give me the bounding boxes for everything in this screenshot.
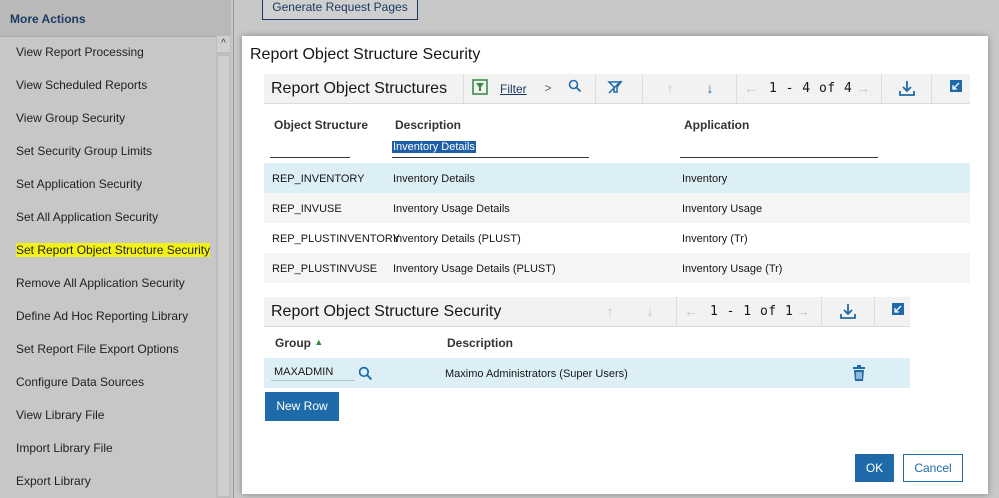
new-row-button[interactable]: New Row — [265, 392, 339, 421]
arrow-right-icon[interactable]: → — [794, 302, 812, 320]
scroll-up-icon[interactable]: ^ — [217, 36, 230, 52]
table-title: Report Object Structures — [271, 80, 448, 97]
column-header-description[interactable]: Description — [447, 336, 513, 350]
row-count: 1 - 1 of 1 — [710, 304, 794, 319]
sidebar-item-view-report-processing[interactable]: View Report Processing — [16, 45, 144, 59]
delete-row-trash-icon[interactable] — [853, 365, 865, 384]
application-filter-input[interactable] — [680, 157, 878, 158]
sidebar-item-set-report-file-export-options[interactable]: Set Report File Export Options — [16, 342, 179, 356]
report-object-structure-security-dialog: Report Object Structure Security Report … — [242, 36, 988, 494]
sidebar-item-set-report-object-structure-security[interactable]: Set Report Object Structure Security — [16, 243, 211, 257]
generate-request-pages-button[interactable]: Generate Request Pages — [262, 0, 418, 20]
sidebar-item-set-all-application-security[interactable]: Set All Application Security — [16, 210, 158, 224]
table-title: Report Object Structure Security — [271, 303, 502, 320]
maximize-icon[interactable] — [889, 302, 907, 320]
cell-object-structure: REP_PLUSTINVENTORY — [272, 233, 400, 245]
cell-application: Inventory (Tr) — [682, 233, 748, 245]
sidebar-header: More Actions — [0, 0, 231, 37]
cancel-button[interactable]: Cancel — [903, 454, 963, 482]
sidebar-item-import-library-file[interactable]: Import Library File — [16, 441, 113, 455]
table-row[interactable]: REP_INVUSE Inventory Usage Details Inven… — [264, 193, 970, 223]
download-icon[interactable] — [898, 79, 916, 97]
sidebar-header-label: More Actions — [10, 12, 86, 26]
sidebar-item-export-library[interactable]: Export Library — [16, 474, 91, 488]
toolbar-divider — [821, 297, 822, 326]
cell-description: Maximo Administrators (Super Users) — [445, 368, 628, 380]
description-filter-input[interactable] — [392, 157, 589, 158]
toolbar-divider — [595, 74, 596, 103]
column-header-object-structure[interactable]: Object Structure — [274, 118, 368, 132]
sidebar-item-view-group-security[interactable]: View Group Security — [16, 111, 125, 125]
sidebar-scrollbar[interactable]: ^ — [216, 36, 231, 498]
cell-description: Inventory Details (PLUST) — [393, 233, 521, 245]
filter-link[interactable]: Filter — [500, 82, 527, 96]
download-icon[interactable] — [839, 302, 857, 320]
more-actions-sidebar: More Actions View Report Processing View… — [0, 0, 234, 498]
cell-description: Inventory Details — [393, 173, 475, 185]
toolbar-divider — [931, 74, 932, 103]
cell-group[interactable]: MAXADMIN — [274, 366, 333, 378]
cell-description: Inventory Usage Details (PLUST) — [393, 263, 556, 275]
description-filter-value[interactable]: Inventory Details — [392, 141, 476, 153]
clear-filter-icon[interactable] — [606, 79, 624, 97]
column-header-application[interactable]: Application — [684, 118, 749, 132]
table-row[interactable]: REP_INVENTORY Inventory Details Inventor… — [264, 163, 970, 193]
table-toolbar: Report Object Structure Security ↑ ↓ ← 1… — [264, 297, 910, 327]
chevron-right-icon[interactable]: > — [539, 79, 557, 97]
dialog-title: Report Object Structure Security — [250, 46, 481, 63]
toolbar-divider — [874, 297, 875, 326]
row-count: 1 - 4 of 4 — [769, 81, 853, 96]
arrow-left-icon[interactable]: ← — [742, 79, 760, 97]
column-header-group-label: Group — [275, 336, 311, 350]
sidebar-item-configure-data-sources[interactable]: Configure Data Sources — [16, 375, 144, 389]
scroll-thumb[interactable] — [218, 56, 229, 496]
cell-description: Inventory Usage Details — [393, 203, 510, 215]
cell-object-structure: REP_INVENTORY — [272, 173, 365, 185]
cell-application: Inventory Usage (Tr) — [682, 263, 783, 275]
arrow-up-icon[interactable]: ↑ — [661, 79, 679, 97]
table-row[interactable]: MAXADMIN Maximo Administrators (Super Us… — [264, 358, 910, 388]
arrow-down-icon[interactable]: ↓ — [641, 302, 659, 320]
ok-button[interactable]: OK — [855, 454, 894, 482]
filter-icon[interactable] — [471, 79, 489, 97]
cell-object-structure: REP_PLUSTINVUSE — [272, 263, 378, 275]
toolbar-divider — [676, 297, 677, 326]
toolbar-divider — [736, 74, 737, 103]
toolbar-divider — [463, 74, 464, 103]
cell-application: Inventory Usage — [682, 203, 763, 215]
column-header-group[interactable]: Group ▲ — [275, 336, 323, 350]
maximize-icon[interactable] — [947, 79, 965, 97]
table-toolbar: Report Object Structures Filter > ↑ ↓ ← … — [264, 74, 970, 104]
sidebar-item-set-application-security[interactable]: Set Application Security — [16, 177, 142, 191]
cell-object-structure: REP_INVUSE — [272, 203, 342, 215]
arrow-right-icon[interactable]: → — [854, 79, 872, 97]
group-lookup-search-icon[interactable] — [358, 366, 373, 384]
table-row[interactable]: REP_PLUSTINVUSE Inventory Usage Details … — [264, 253, 970, 283]
sidebar-item-view-library-file[interactable]: View Library File — [16, 408, 104, 422]
sidebar-item-define-ad-hoc-reporting-library[interactable]: Define Ad Hoc Reporting Library — [16, 309, 188, 323]
sidebar-item-remove-all-application-security[interactable]: Remove All Application Security — [16, 276, 185, 290]
cell-application: Inventory — [682, 173, 728, 185]
toolbar-divider — [642, 74, 643, 103]
sidebar-item-set-security-group-limits[interactable]: Set Security Group Limits — [16, 144, 152, 158]
table-row[interactable]: REP_PLUSTINVENTORY Inventory Details (PL… — [264, 223, 970, 253]
sidebar-item-view-scheduled-reports[interactable]: View Scheduled Reports — [16, 78, 147, 92]
sort-ascending-icon: ▲ — [314, 337, 324, 347]
arrow-left-icon[interactable]: ← — [682, 302, 700, 320]
arrow-down-icon[interactable]: ↓ — [701, 79, 719, 97]
column-header-description[interactable]: Description — [395, 118, 461, 132]
object-structure-filter-input[interactable] — [270, 157, 350, 158]
group-input-underline — [271, 380, 355, 381]
search-icon[interactable] — [566, 79, 584, 97]
arrow-up-icon[interactable]: ↑ — [601, 302, 619, 320]
toolbar-divider — [881, 74, 882, 103]
